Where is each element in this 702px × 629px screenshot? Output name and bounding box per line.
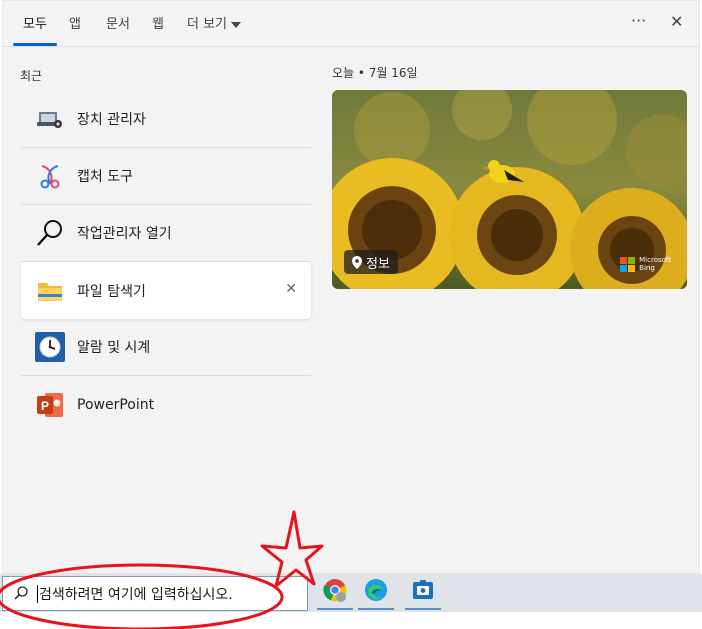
brand-line-2: Bing	[639, 264, 655, 272]
recent-item-powerpoint[interactable]: P PowerPoint	[21, 376, 311, 433]
brand-line-1: Microsoft	[639, 256, 671, 264]
text-caret	[37, 584, 38, 603]
info-chip[interactable]: 정보	[344, 250, 398, 274]
snipping-tool-icon	[35, 161, 65, 191]
today-bing-image-card[interactable]: 정보 Microsoft Bing	[332, 90, 687, 289]
active-tab-indicator	[13, 43, 57, 46]
powerpoint-icon: P	[35, 390, 65, 420]
recent-item-label: 알람 및 시계	[77, 340, 151, 356]
svg-text:P: P	[41, 399, 49, 413]
file-explorer-icon	[35, 276, 65, 306]
bottom-margin	[0, 612, 702, 629]
store-app-icon	[412, 579, 434, 605]
more-options-button[interactable]: ···	[631, 11, 646, 30]
taskbar-search-box[interactable]: 검색하려면 여기에 입력하십시오.	[2, 576, 308, 611]
search-icon	[13, 585, 31, 603]
today-section-title: 오늘 • 7월 16일	[332, 66, 418, 80]
info-label: 정보	[366, 256, 390, 272]
edge-icon	[364, 578, 388, 606]
tab-web[interactable]: 웹	[152, 13, 164, 32]
taskbar-edge-button[interactable]	[358, 576, 394, 610]
recent-item-label: PowerPoint	[77, 396, 155, 413]
location-pin-icon	[352, 255, 362, 269]
clock-icon	[35, 332, 65, 362]
recent-item-snipping-tool[interactable]: 캡처 도구	[21, 148, 311, 205]
microsoft-logo-icon	[620, 256, 636, 272]
recent-item-label: 작업관리자 열기	[77, 226, 172, 242]
tab-more[interactable]: 더 보기	[187, 13, 242, 32]
taskbar-chrome-button[interactable]	[317, 576, 353, 610]
recent-item-label: 장치 관리자	[77, 112, 146, 128]
remove-item-button[interactable]: ✕	[285, 281, 297, 297]
search-panel: 모두 앱 문서 웹 더 보기 ··· ✕ 최근 장치 관리자 캡처 도구 작업관…	[2, 0, 700, 574]
recent-list: 장치 관리자 캡처 도구 작업관리자 열기 파일 탐색기 ✕ 알람 및 시계 P…	[21, 91, 311, 433]
tab-apps[interactable]: 앱	[69, 13, 81, 32]
tab-all[interactable]: 모두	[23, 13, 47, 32]
close-button[interactable]: ✕	[670, 12, 683, 31]
tab-more-label: 더 보기	[187, 17, 228, 32]
recent-item-label: 파일 탐색기	[77, 283, 146, 300]
recent-item-file-explorer[interactable]: 파일 탐색기 ✕	[21, 262, 311, 319]
recent-section-title: 최근	[20, 69, 43, 83]
search-input-placeholder[interactable]: 검색하려면 여기에 입력하십시오.	[39, 584, 233, 604]
microsoft-bing-logo: Microsoft Bing	[620, 256, 671, 272]
chrome-icon	[323, 578, 347, 606]
tab-documents[interactable]: 문서	[106, 13, 130, 32]
recent-item-task-manager[interactable]: 작업관리자 열기	[21, 205, 311, 262]
recent-item-alarms-clock[interactable]: 알람 및 시계	[21, 319, 311, 376]
taskbar-app-button[interactable]	[405, 576, 441, 610]
search-icon	[35, 218, 65, 248]
recent-item-device-manager[interactable]: 장치 관리자	[21, 91, 311, 148]
chevron-down-icon	[231, 21, 242, 28]
recent-item-label: 캡처 도구	[77, 169, 133, 185]
device-manager-icon	[35, 104, 65, 134]
search-tab-bar: 모두 앱 문서 웹 더 보기 ··· ✕	[3, 1, 699, 47]
